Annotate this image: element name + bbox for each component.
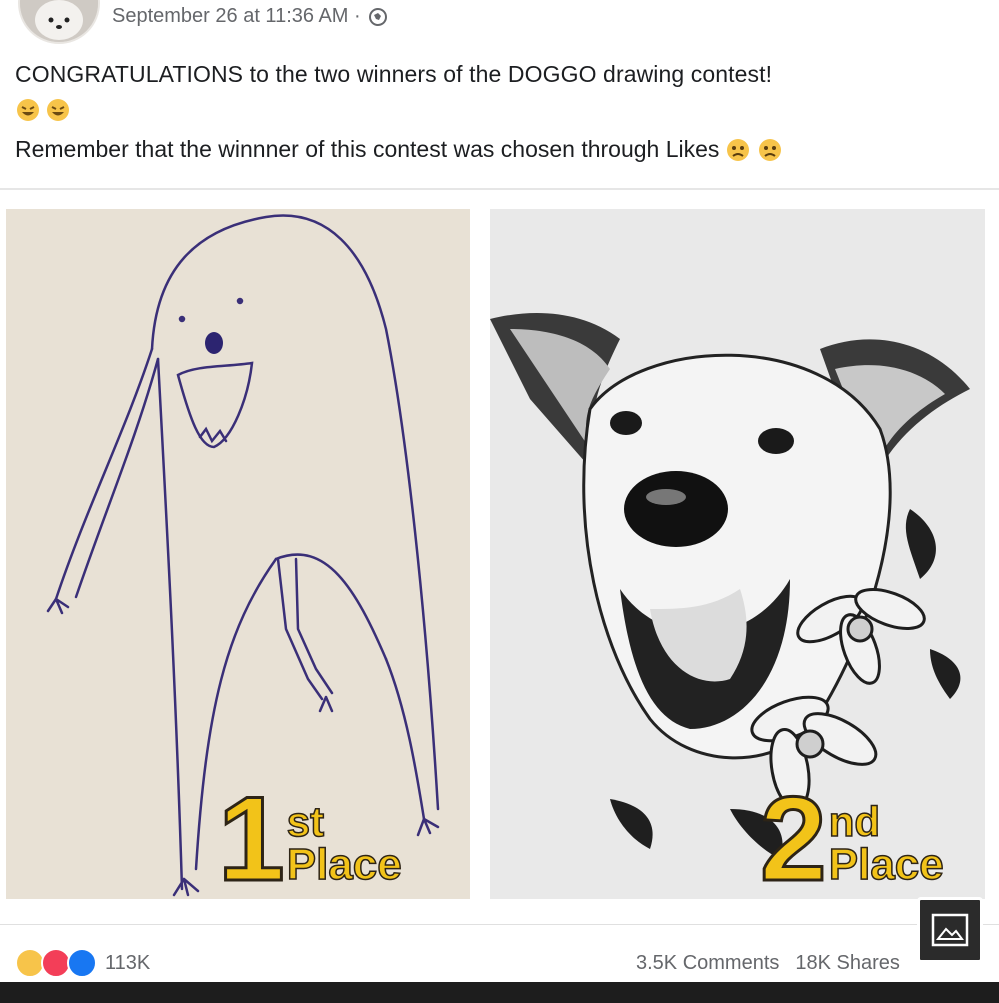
footer-divider <box>0 924 999 925</box>
second-place-label: 2 nd Place <box>759 771 945 899</box>
globe-icon <box>368 7 387 26</box>
place-suffix: nd <box>828 798 881 845</box>
image-icon <box>931 913 969 947</box>
post-stats: 3.5K Comments 18K Shares <box>636 952 900 975</box>
first-place-label: 1 st Place <box>217 771 403 899</box>
post-header: September 26 at 11:36 AM · <box>0 0 999 44</box>
laughing-emoji-icon <box>17 99 39 121</box>
first-place-photo[interactable]: 1 st Place <box>6 209 470 899</box>
reaction-count[interactable]: 113K <box>105 952 150 975</box>
sad-emoji-icon <box>727 138 750 161</box>
header-divider <box>0 188 999 190</box>
place-word: Place <box>286 840 402 889</box>
avatar[interactable] <box>18 0 100 44</box>
caption-line-2-text: Remember that the winnner of this contes… <box>15 136 720 162</box>
bottom-bar <box>0 982 999 1003</box>
post-caption-line-2: Remember that the winnner of this contes… <box>15 136 783 163</box>
place-word: Place <box>828 840 944 889</box>
shares-count[interactable]: 18K Shares <box>795 952 900 975</box>
place-number: 2 <box>759 771 829 899</box>
post-caption-line-1: CONGRATULATIONS to the two winners of th… <box>15 61 773 87</box>
emoji-row <box>15 97 73 123</box>
image-button[interactable] <box>917 897 983 963</box>
like-reaction-icon <box>67 948 97 978</box>
timestamp-text[interactable]: September 26 at 11:36 AM · <box>112 5 361 28</box>
comments-count[interactable]: 3.5K Comments <box>636 952 779 975</box>
second-place-photo[interactable]: 2 nd Place <box>490 209 985 899</box>
laughing-emoji-icon <box>47 99 69 121</box>
place-number: 1 <box>217 771 287 899</box>
reactions-summary[interactable]: 113K <box>15 948 150 978</box>
place-suffix: st <box>286 798 325 845</box>
post-timestamp[interactable]: September 26 at 11:36 AM · <box>112 5 388 28</box>
sad-emoji-icon <box>759 138 782 161</box>
